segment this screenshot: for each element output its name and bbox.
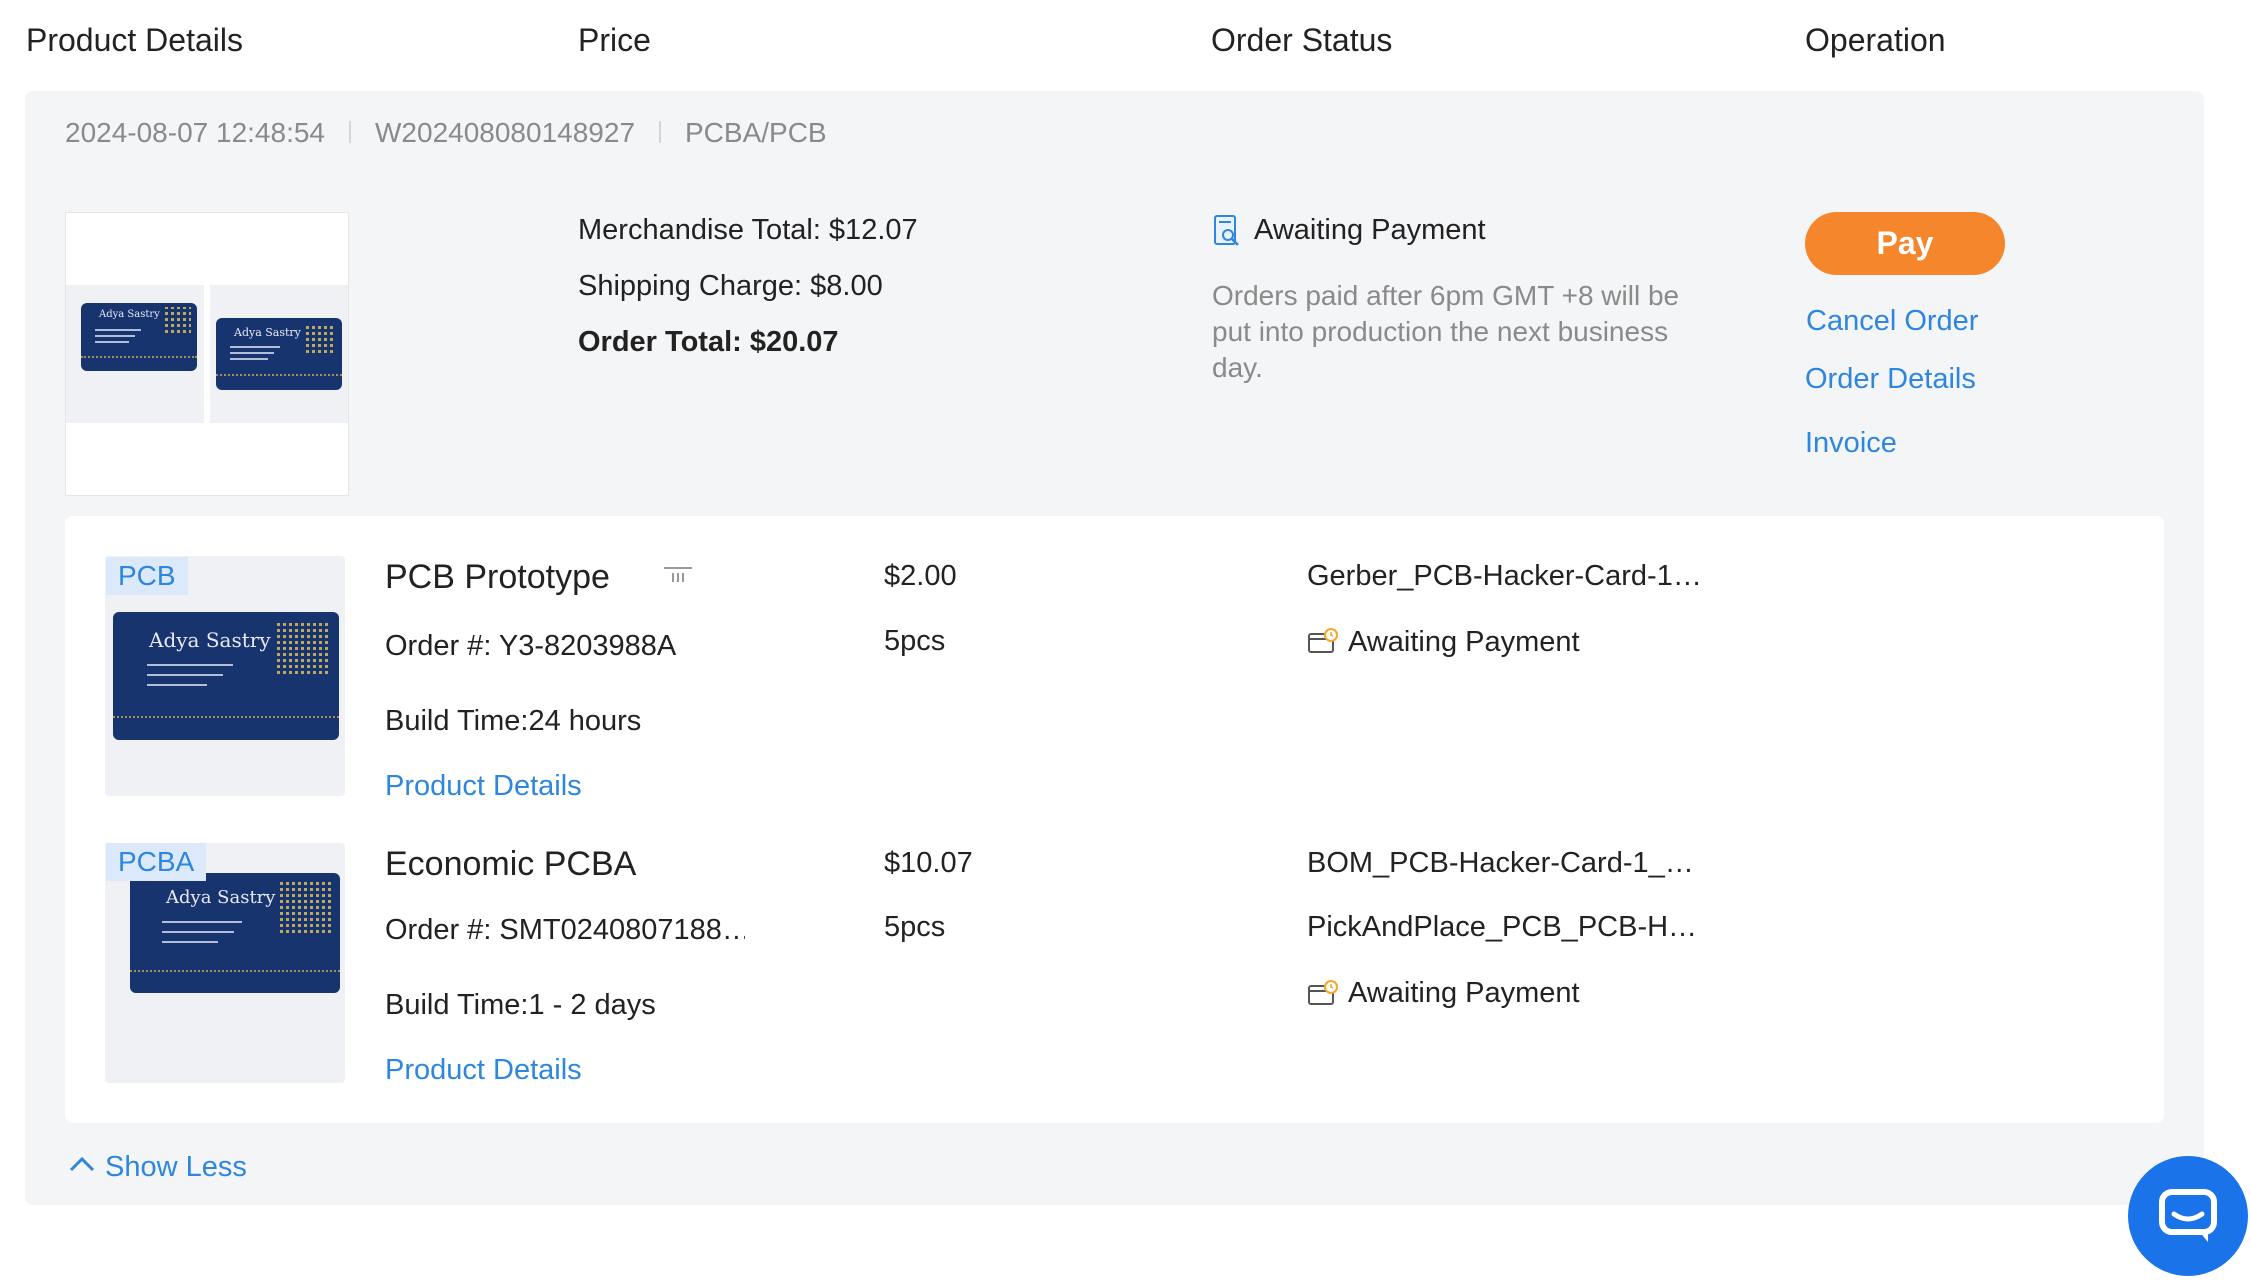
show-less-link[interactable]: Show Less [105,1151,247,1184]
order-status: Awaiting Payment [1254,214,1486,246]
order-date: 2024-08-07 12:48:54 [65,117,325,148]
product-quantity: 5pcs [884,625,946,657]
thumbnail-cell: Adya Sastry [66,285,204,423]
header-price: Price [578,22,651,58]
product-build-time: Build Time:1 - 2 days [385,989,656,1021]
wallet-clock-icon [1308,628,1338,654]
product-type-tag: PCBA [106,843,207,881]
divider [659,121,661,143]
product-price: $2.00 [884,560,957,592]
wallet-clock-icon [1308,980,1338,1006]
product-name: Economic PCBA [385,845,637,883]
item-status: Awaiting Payment [1348,626,1580,658]
order-details-link[interactable]: Order Details [1805,363,1976,396]
product-details-link[interactable]: Product Details [385,770,582,803]
cancel-order-link[interactable]: Cancel Order [1806,305,1978,338]
product-order-number: Order #: SMT0240807188… [385,914,745,946]
product-name: PCB Prototype [385,558,610,596]
product-price: $10.07 [884,847,973,879]
chevron-up-icon[interactable] [68,1154,96,1174]
merchandise-total: Merchandise Total: $12.07 [578,214,918,246]
divider [349,121,351,143]
shipping-charge: Shipping Charge: $8.00 [578,270,883,302]
pin-icon[interactable] [663,566,693,584]
header-operation: Operation [1805,22,1946,58]
header-product-details: Product Details [26,22,243,58]
order-thumbnail[interactable]: Adya Sastry Adya Sastry [65,212,349,496]
pcb-card-image: Adya Sastry [113,612,339,740]
pcb-card-image: Adya Sastry [81,303,197,371]
pcb-card-image: Adya Sastry [130,873,340,993]
product-order-number: Order #: Y3-8203988A [385,630,677,662]
order-total: Order Total: $20.07 [578,326,839,358]
pcb-card-image: Adya Sastry [216,318,342,390]
status-note: Orders paid after 6pm GMT +8 will be put… [1212,280,1680,383]
order-number: W202408080148927 [375,117,636,148]
chat-button[interactable] [2128,1156,2248,1276]
header-order-status: Order Status [1211,22,1393,58]
thumbnail-cell: Adya Sastry [210,285,348,423]
product-quantity: 5pcs [884,911,946,943]
pay-button[interactable]: Pay [1805,212,2005,275]
item-status: Awaiting Payment [1348,977,1580,1009]
order-type: PCBA/PCB [685,117,827,148]
product-type-tag: PCB [106,557,188,595]
file-name[interactable]: Gerber_PCB-Hacker-Card-1_2024-08-07.zip [1307,560,1707,593]
file-name[interactable]: PickAndPlace_PCB_PCB-Hacker-Card-1.csv [1307,911,1707,944]
sub-order-card [65,516,2164,1123]
document-search-icon [1213,214,1241,248]
chat-bubble-icon [2158,1188,2218,1246]
invoice-link[interactable]: Invoice [1805,427,1897,460]
product-build-time: Build Time:24 hours [385,705,642,737]
product-details-link[interactable]: Product Details [385,1054,582,1087]
file-name[interactable]: BOM_PCB-Hacker-Card-1_2024-08-07.csv [1307,847,1707,880]
